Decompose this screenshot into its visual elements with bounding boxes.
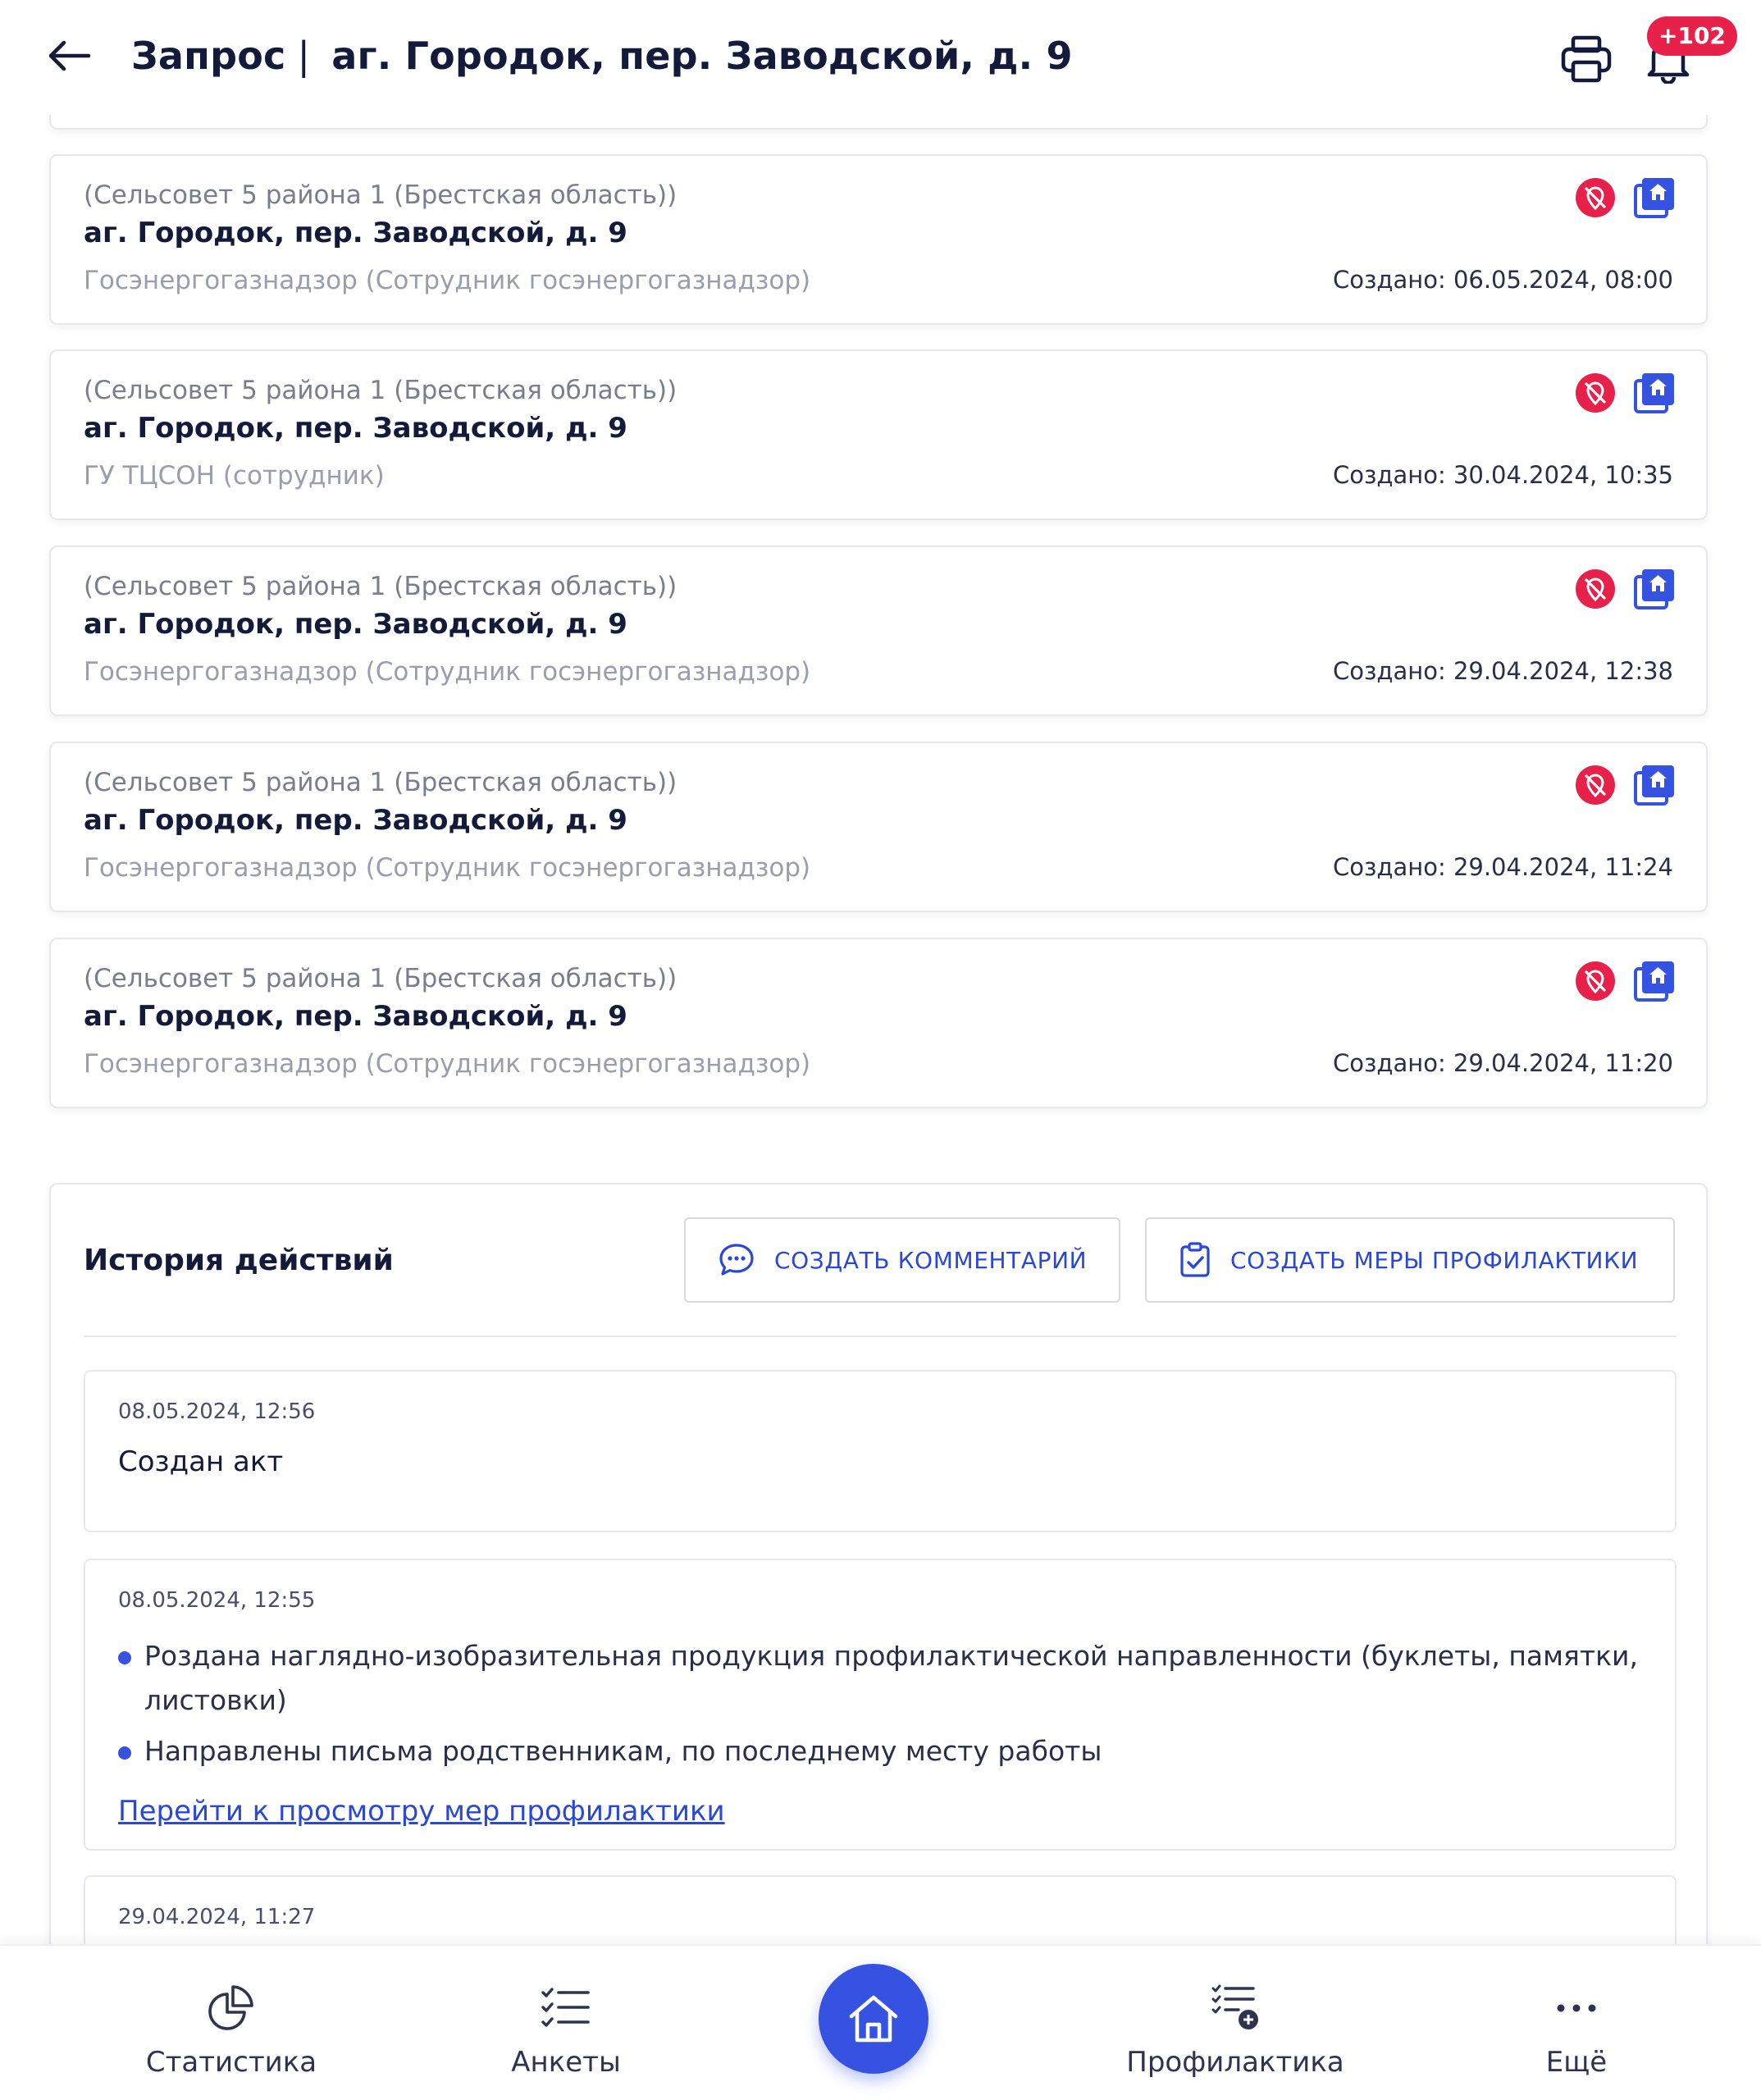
house-photo-icon[interactable]: [1632, 371, 1677, 415]
home-icon: [849, 1995, 898, 2043]
printer-icon: [1561, 35, 1612, 83]
request-card[interactable]: (Сельсовет 5 района 1 (Брестская область…: [49, 349, 1708, 520]
house-photo-icon[interactable]: [1632, 763, 1677, 807]
notification-badge: +102: [1647, 16, 1737, 56]
request-org: (Сельсовет 5 района 1 (Брестская область…: [84, 180, 677, 210]
history-entry-timestamp: 08.05.2024, 12:56: [118, 1399, 316, 1424]
house-photo-icon[interactable]: [1632, 176, 1677, 220]
checklist-icon: [541, 1988, 590, 2027]
clipboard-check-icon: [1180, 1242, 1210, 1277]
house-photo-icon[interactable]: [1632, 959, 1677, 1003]
page-title-address: аг. Городок, пер. Заводской, д. 9: [331, 34, 1073, 78]
chat-bubble-icon: [719, 1244, 754, 1276]
request-role: Госэнергогазнадзор (Сотрудник госэнергог…: [84, 853, 811, 883]
nav-prevention[interactable]: Профилактика: [1112, 1979, 1358, 2085]
arrow-left-icon: [48, 40, 91, 71]
request-address: аг. Городок, пер. Заводской, д. 9: [84, 608, 627, 641]
request-created: Создано: 06.05.2024, 08:00: [1333, 266, 1673, 294]
history-entry-bullet: Роздана наглядно-изобразительная продукц…: [118, 1634, 1644, 1723]
pie-chart-icon: [208, 1985, 253, 2030]
checklist-add-icon: [1211, 1984, 1258, 2029]
history-entry-bullets: Роздана наглядно-изобразительная продукц…: [118, 1634, 1644, 1780]
create-comment-label: СОЗДАТЬ КОММЕНТАРИЙ: [774, 1246, 1088, 1274]
history-entry: 08.05.2024, 12:55 Роздана наглядно-изобр…: [84, 1559, 1677, 1851]
request-card[interactable]: (Сельсовет 5 района 1 (Брестская область…: [49, 742, 1708, 912]
location-off-icon[interactable]: [1575, 765, 1616, 806]
request-address: аг. Городок, пер. Заводской, д. 9: [84, 217, 627, 249]
request-card[interactable]: (Сельсовет 5 района 1 (Брестская область…: [49, 938, 1708, 1108]
page-title-separator: |: [297, 34, 311, 78]
request-role: Госэнергогазнадзор (Сотрудник госэнергог…: [84, 266, 811, 295]
request-card[interactable]: (Сельсовет 5 района 1 (Брестская область…: [49, 546, 1708, 716]
page-title: Запрос | аг. Городок, пер. Заводской, д. 9: [131, 30, 1073, 82]
create-comment-button[interactable]: СОЗДАТЬ КОММЕНТАРИЙ: [684, 1217, 1120, 1303]
history-title: История действий: [84, 1244, 394, 1277]
home-button[interactable]: [819, 1964, 928, 2074]
request-address: аг. Городок, пер. Заводской, д. 9: [84, 1000, 627, 1033]
nav-forms[interactable]: Анкеты: [443, 1979, 689, 2085]
history-entry-timestamp: 08.05.2024, 12:55: [118, 1588, 316, 1613]
request-role: Госэнергогазнадзор (Сотрудник госэнергог…: [84, 657, 811, 687]
request-created: Создано: 30.04.2024, 10:35: [1333, 461, 1673, 489]
nav-more[interactable]: Ещё: [1453, 1979, 1699, 2085]
location-off-icon[interactable]: [1575, 961, 1616, 1002]
nav-forms-label: Анкеты: [511, 2046, 621, 2079]
request-org: (Сельсовет 5 района 1 (Брестская область…: [84, 376, 677, 405]
history-entry: 08.05.2024, 12:56 Создан акт: [84, 1370, 1677, 1532]
history-entry-bullet: Направлены письма родственникам, по посл…: [118, 1729, 1644, 1774]
house-photo-icon[interactable]: [1632, 567, 1677, 611]
print-button[interactable]: [1557, 30, 1616, 89]
request-role: Госэнергогазнадзор (Сотрудник госэнергог…: [84, 1049, 811, 1079]
page-title-prefix: Запрос: [131, 34, 286, 78]
location-off-icon[interactable]: [1575, 372, 1616, 413]
request-role: ГУ ТЦСОН (сотрудник): [84, 461, 385, 491]
location-off-icon[interactable]: [1575, 177, 1616, 218]
history-divider: [84, 1335, 1677, 1337]
request-org: (Сельсовет 5 района 1 (Брестская область…: [84, 964, 677, 993]
create-prevention-button[interactable]: СОЗДАТЬ МЕРЫ ПРОФИЛАКТИКИ: [1145, 1217, 1675, 1303]
request-card[interactable]: (Сельсовет 5 района 1 (Брестская область…: [49, 154, 1708, 325]
location-off-icon[interactable]: [1575, 568, 1616, 609]
header: Запрос | аг. Городок, пер. Заводской, д. 9…: [0, 0, 1761, 115]
nav-statistics-label: Статистика: [145, 2046, 317, 2079]
nav-prevention-label: Профилактика: [1126, 2046, 1344, 2079]
more-dots-icon: [1557, 2004, 1596, 2012]
request-org: (Сельсовет 5 района 1 (Брестская область…: [84, 768, 677, 797]
app: Запрос | аг. Городок, пер. Заводской, д. 9…: [0, 0, 1761, 2100]
create-prevention-label: СОЗДАТЬ МЕРЫ ПРОФИЛАКТИКИ: [1230, 1246, 1639, 1274]
request-org: (Сельсовет 5 района 1 (Брестская область…: [84, 572, 677, 601]
request-created: Создано: 29.04.2024, 11:20: [1333, 1049, 1673, 1077]
history-entry-text: Создан акт: [118, 1445, 284, 1478]
request-created: Создано: 29.04.2024, 12:38: [1333, 657, 1673, 685]
request-address: аг. Городок, пер. Заводской, д. 9: [84, 804, 627, 837]
request-address: аг. Городок, пер. Заводской, д. 9: [84, 412, 627, 445]
view-prevention-link[interactable]: Перейти к просмотру мер профилактики: [118, 1795, 725, 1828]
history-entry-timestamp: 29.04.2024, 11:27: [118, 1905, 316, 1929]
request-created: Создано: 29.04.2024, 11:24: [1333, 853, 1673, 881]
nav-more-label: Ещё: [1545, 2046, 1608, 2079]
back-button[interactable]: [43, 30, 95, 82]
nav-statistics[interactable]: Статистика: [108, 1979, 354, 2085]
